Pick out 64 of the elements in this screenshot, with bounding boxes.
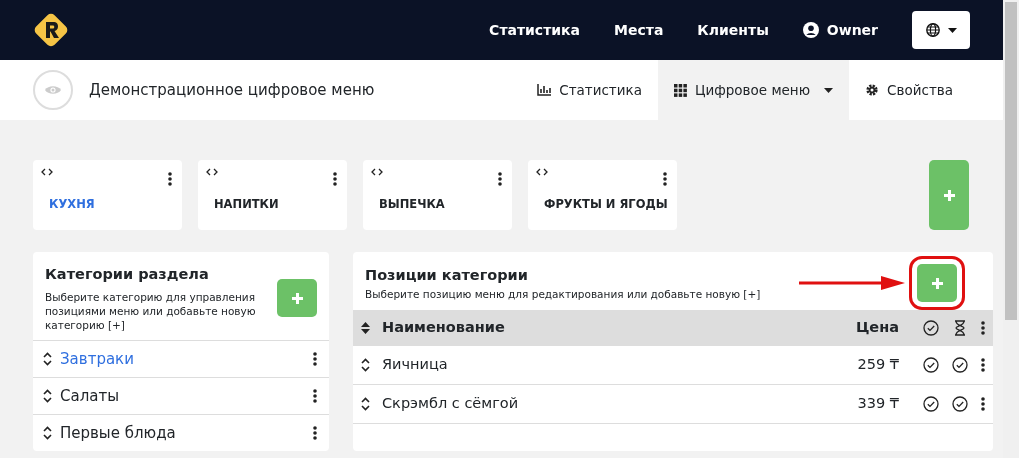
more-icon[interactable]	[981, 397, 985, 411]
reorder-icon[interactable]	[361, 358, 370, 372]
column-header: Наименование	[382, 318, 506, 338]
panel-title: Позиции категории	[365, 266, 529, 286]
chart-icon	[537, 84, 552, 96]
section-card[interactable]: ФРУКТЫ И ЯГОДЫ	[528, 160, 677, 230]
panel-title: Категории раздела	[45, 265, 210, 284]
section-label: НАПИТКИ	[213, 196, 280, 213]
more-icon[interactable]	[498, 172, 502, 186]
category-item[interactable]: Салаты	[33, 377, 329, 415]
more-icon[interactable]	[313, 426, 317, 441]
section-label: КУХНЯ	[48, 196, 96, 213]
reorder-icon[interactable]	[43, 426, 52, 441]
plus-icon	[930, 276, 944, 290]
section-card[interactable]: НАПИТКИ	[198, 160, 347, 230]
nav-link[interactable]: Клиенты	[697, 19, 769, 41]
nav-link[interactable]: Статистика	[489, 19, 581, 41]
more-icon[interactable]	[333, 172, 337, 186]
more-icon[interactable]	[168, 172, 172, 186]
drag-icon[interactable]	[206, 168, 218, 176]
drag-icon[interactable]	[536, 168, 548, 176]
item-price: 259 ₸	[857, 355, 899, 375]
category-item[interactable]: Первые блюда	[33, 414, 329, 452]
reorder-icon[interactable]	[43, 389, 52, 404]
category-label: Салаты	[60, 386, 121, 407]
more-icon[interactable]	[663, 172, 667, 186]
scrollbar-thumb[interactable]	[1005, 2, 1017, 320]
panel-hint: Выберите категорию для управления позициями меню или добавьте новую категорию [+]	[45, 289, 257, 333]
more-icon[interactable]	[313, 352, 317, 367]
section-label: ВЫПЕЧКА	[378, 196, 446, 213]
nav-link[interactable]: Места	[614, 19, 664, 41]
eye-icon	[44, 84, 62, 96]
user-menu[interactable]: Owner	[802, 19, 878, 41]
reorder-icon[interactable]	[361, 397, 370, 411]
grid-icon	[673, 83, 687, 97]
hourglass-icon	[953, 320, 967, 336]
drag-icon[interactable]	[41, 168, 53, 176]
section-label: ФРУКТЫ И ЯГОДЫ	[543, 196, 667, 213]
check-circle-icon	[923, 320, 939, 336]
sort-icon[interactable]	[361, 321, 370, 335]
item-name: Скрэмбл с сёмгой	[382, 394, 520, 414]
item-price: 339 ₸	[857, 394, 899, 414]
category-label: Завтраки	[60, 349, 135, 370]
nav-tab[interactable]: Цифровое меню	[657, 60, 850, 120]
plus-icon	[290, 291, 304, 305]
more-icon[interactable]	[313, 389, 317, 404]
column-header: Цена	[855, 318, 899, 338]
gear-icon	[865, 83, 880, 97]
panel-hint: Выберите позицию меню для редактирования или добавьте новую [+]	[365, 286, 761, 301]
more-icon[interactable]	[981, 358, 985, 372]
drag-icon[interactable]	[371, 168, 383, 176]
caret-icon	[947, 27, 957, 33]
globe-icon	[925, 23, 940, 37]
reorder-icon[interactable]	[43, 352, 52, 367]
category-item[interactable]: Завтраки	[33, 340, 329, 378]
more-icon[interactable]	[981, 321, 985, 335]
language-button[interactable]	[912, 11, 970, 49]
item-name: Яичница	[382, 355, 449, 375]
page-title: Демонстрационное цифровое меню	[89, 79, 375, 101]
user-icon	[802, 22, 819, 38]
plus-icon	[942, 188, 956, 202]
category-label: Первые блюда	[60, 423, 177, 444]
section-card[interactable]: КУХНЯ	[33, 160, 182, 230]
section-card[interactable]: ВЫПЕЧКА	[363, 160, 512, 230]
